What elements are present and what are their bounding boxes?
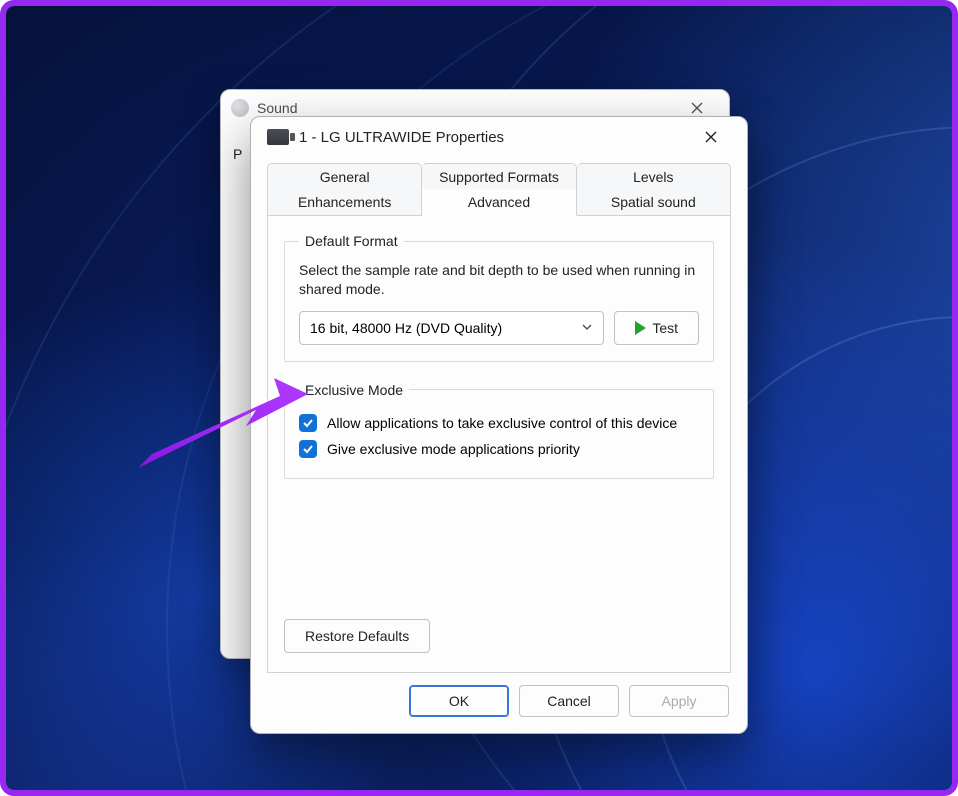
chevron-down-icon [581, 320, 593, 336]
check-icon [302, 417, 314, 429]
exclusive-priority-checkbox[interactable] [299, 440, 317, 458]
tab-advanced[interactable]: Advanced [422, 189, 576, 216]
tab-content-advanced: Default Format Select the sample rate an… [267, 215, 731, 673]
close-icon [704, 130, 718, 144]
tab-spatial-sound[interactable]: Spatial sound [577, 189, 731, 216]
default-format-legend: Default Format [299, 233, 404, 249]
tabs-row-2: Enhancements Advanced Spatial sound [267, 189, 731, 216]
device-properties-dialog: 1 - LG ULTRAWIDE Properties General Supp… [250, 116, 748, 734]
tab-general[interactable]: General [267, 163, 422, 190]
properties-titlebar[interactable]: 1 - LG ULTRAWIDE Properties [251, 117, 747, 157]
test-label: Test [652, 320, 678, 336]
test-button[interactable]: Test [614, 311, 699, 345]
exclusive-control-label: Allow applications to take exclusive con… [327, 415, 677, 431]
close-icon [690, 101, 704, 115]
default-format-group: Default Format Select the sample rate an… [284, 233, 714, 362]
exclusive-mode-legend: Exclusive Mode [299, 382, 409, 398]
sample-rate-select[interactable]: 16 bit, 48000 Hz (DVD Quality) [299, 311, 604, 345]
sound-title: Sound [257, 100, 297, 116]
cancel-button[interactable]: Cancel [519, 685, 619, 717]
tab-enhancements[interactable]: Enhancements [267, 189, 422, 216]
monitor-icon [267, 129, 289, 145]
apply-button[interactable]: Apply [629, 685, 729, 717]
restore-defaults-button[interactable]: Restore Defaults [284, 619, 430, 653]
exclusive-control-checkbox[interactable] [299, 414, 317, 432]
sound-icon [231, 99, 249, 117]
tabs-row-1: General Supported Formats Levels [267, 163, 731, 190]
play-icon [635, 321, 646, 335]
properties-close-button[interactable] [689, 122, 733, 152]
exclusive-mode-group: Exclusive Mode Allow applications to tak… [284, 382, 714, 479]
ok-button[interactable]: OK [409, 685, 509, 717]
tab-supported-formats[interactable]: Supported Formats [422, 163, 576, 190]
properties-title: 1 - LG ULTRAWIDE Properties [299, 129, 504, 146]
default-format-desc: Select the sample rate and bit depth to … [299, 261, 699, 299]
check-icon [302, 443, 314, 455]
dialog-button-row: OK Cancel Apply [251, 673, 747, 733]
exclusive-priority-label: Give exclusive mode applications priorit… [327, 441, 580, 457]
tab-levels[interactable]: Levels [577, 163, 731, 190]
sample-rate-value: 16 bit, 48000 Hz (DVD Quality) [310, 320, 502, 336]
